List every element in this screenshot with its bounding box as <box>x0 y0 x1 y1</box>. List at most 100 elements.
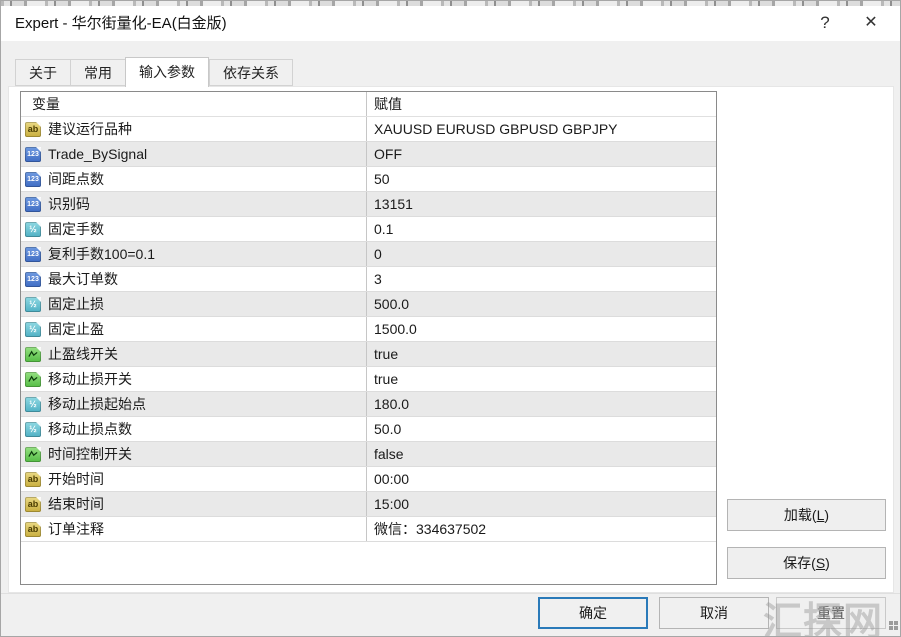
param-table-body: ab 建议运行品种 XAUUSD EURUSD GBPUSD GBPJPY 123 Tr… <box>21 117 716 542</box>
param-name: 建议运行品种 <box>48 119 132 139</box>
param-row[interactable]: ½ 固定止盈 1500.0 <box>21 317 716 342</box>
integer-param-icon: 123 <box>25 197 41 212</box>
param-row[interactable]: 时间控制开关 false <box>21 442 716 467</box>
bool-param-icon <box>25 347 41 362</box>
param-name-cell: ½ 移动止损起始点 <box>21 392 367 416</box>
param-row[interactable]: ½ 移动止损起始点 180.0 <box>21 392 716 417</box>
param-name-cell: 123 复利手数100=0.1 <box>21 242 367 266</box>
param-value[interactable]: 3 <box>367 267 716 291</box>
tab-inputs[interactable]: 输入参数 <box>125 57 209 87</box>
double-param-icon: ½ <box>25 297 41 312</box>
param-name-cell: ab 建议运行品种 <box>21 117 367 141</box>
param-name-cell: 123识别码 <box>21 192 367 216</box>
tab-about[interactable]: 关于 <box>15 59 70 86</box>
param-value[interactable]: XAUUSD EURUSD GBPUSD GBPJPY <box>367 117 716 141</box>
param-name-cell: ½ 固定止盈 <box>21 317 367 341</box>
title-bar: Expert - 华尔街量化-EA(白金版) ? ✕ <box>1 6 901 41</box>
param-value[interactable]: 180.0 <box>367 392 716 416</box>
param-row[interactable]: ab 建议运行品种 XAUUSD EURUSD GBPUSD GBPJPY <box>21 117 716 142</box>
param-value[interactable]: 1500.0 <box>367 317 716 341</box>
param-name: 移动止损起始点 <box>48 394 146 414</box>
expert-properties-dialog: Expert - 华尔街量化-EA(白金版) ? ✕ 关于常用输入参数依存关系 … <box>0 0 901 637</box>
param-row[interactable]: 123间距点数50 <box>21 167 716 192</box>
param-name-cell: ab 订单注释 <box>21 517 367 541</box>
param-row[interactable]: ab 订单注释 微信：334637502 <box>21 517 716 542</box>
param-row[interactable]: ab 结束时间 15:00 <box>21 492 716 517</box>
param-row[interactable]: ½ 固定手数 0.1 <box>21 217 716 242</box>
ok-button[interactable]: 确定 <box>538 597 648 629</box>
param-row[interactable]: 123 复利手数100=0.1 0 <box>21 242 716 267</box>
string-param-icon: ab <box>25 497 41 512</box>
param-name-cell: 123最大订单数 <box>21 267 367 291</box>
window-title: Expert - 华尔街量化-EA(白金版) <box>15 6 227 41</box>
param-value[interactable]: 0.1 <box>367 217 716 241</box>
double-param-icon: ½ <box>25 422 41 437</box>
param-name: 时间控制开关 <box>48 444 132 464</box>
save-button[interactable]: 保存(S) <box>727 547 886 579</box>
param-name: 订单注释 <box>48 519 104 539</box>
param-value[interactable]: 50.0 <box>367 417 716 441</box>
param-name: 固定止损 <box>48 294 104 314</box>
param-value[interactable]: OFF <box>367 142 716 166</box>
integer-param-icon: 123 <box>25 147 41 162</box>
param-row[interactable]: 止盈线开关true <box>21 342 716 367</box>
param-name-cell: 123间距点数 <box>21 167 367 191</box>
param-name: 移动止损点数 <box>48 419 132 439</box>
param-row[interactable]: 123识别码13151 <box>21 192 716 217</box>
param-value[interactable]: 15:00 <box>367 492 716 516</box>
param-name: 最大订单数 <box>48 269 118 289</box>
param-name: 固定止盈 <box>48 319 104 339</box>
bool-param-icon <box>25 447 41 462</box>
param-name: 开始时间 <box>48 469 104 489</box>
double-param-icon: ½ <box>25 397 41 412</box>
cancel-button[interactable]: 取消 <box>659 597 769 629</box>
param-name: Trade_BySignal <box>48 146 147 162</box>
param-value[interactable]: 500.0 <box>367 292 716 316</box>
table-header: 变量 赋值 <box>21 92 716 117</box>
param-name: 复利手数100=0.1 <box>48 244 155 264</box>
param-row[interactable]: ab开始时间00:00 <box>21 467 716 492</box>
double-param-icon: ½ <box>25 222 41 237</box>
param-value[interactable]: 00:00 <box>367 467 716 491</box>
param-name: 结束时间 <box>48 494 104 514</box>
param-name-cell: ½ 固定手数 <box>21 217 367 241</box>
param-row[interactable]: 移动止损开关 true <box>21 367 716 392</box>
double-param-icon: ½ <box>25 322 41 337</box>
string-param-icon: ab <box>25 522 41 537</box>
param-name-cell: ab开始时间 <box>21 467 367 491</box>
integer-param-icon: 123 <box>25 247 41 262</box>
param-row[interactable]: ½ 移动止损点数 50.0 <box>21 417 716 442</box>
param-name-cell: 123 Trade_BySignal <box>21 142 367 166</box>
string-param-icon: ab <box>25 122 41 137</box>
save-button-label: 保存( <box>783 555 816 571</box>
param-name-cell: ½ 移动止损点数 <box>21 417 367 441</box>
param-name-cell: 时间控制开关 <box>21 442 367 466</box>
reset-button[interactable]: 重置 <box>776 597 886 629</box>
param-row[interactable]: 123最大订单数3 <box>21 267 716 292</box>
load-button[interactable]: 加载(L) <box>727 499 886 531</box>
param-name: 间距点数 <box>48 169 104 189</box>
param-value[interactable]: 50 <box>367 167 716 191</box>
param-row[interactable]: 123 Trade_BySignal OFF <box>21 142 716 167</box>
param-name-cell: ab 结束时间 <box>21 492 367 516</box>
param-value[interactable]: 0 <box>367 242 716 266</box>
save-button-label-close: ) <box>825 555 830 571</box>
close-button[interactable]: ✕ <box>856 6 886 41</box>
param-value[interactable]: 13151 <box>367 192 716 216</box>
param-value[interactable]: true <box>367 342 716 366</box>
param-name-cell: ½ 固定止损 <box>21 292 367 316</box>
param-value[interactable]: true <box>367 367 716 391</box>
tab-common[interactable]: 常用 <box>70 59 125 86</box>
param-value[interactable]: false <box>367 442 716 466</box>
tab-dependencies[interactable]: 依存关系 <box>209 59 293 86</box>
param-value[interactable]: 微信：334637502 <box>367 517 716 541</box>
param-name: 移动止损开关 <box>48 369 132 389</box>
bool-param-icon <box>25 372 41 387</box>
param-name: 固定手数 <box>48 219 104 239</box>
help-button[interactable]: ? <box>810 6 840 41</box>
param-name-cell: 止盈线开关 <box>21 342 367 366</box>
parameters-table: 变量 赋值 ab 建议运行品种 XAUUSD EURUSD GBPUSD GBPJP… <box>20 91 717 585</box>
watermark-pixel-icon <box>889 621 893 625</box>
param-row[interactable]: ½ 固定止损 500.0 <box>21 292 716 317</box>
column-header-variable: 变量 <box>21 92 367 116</box>
